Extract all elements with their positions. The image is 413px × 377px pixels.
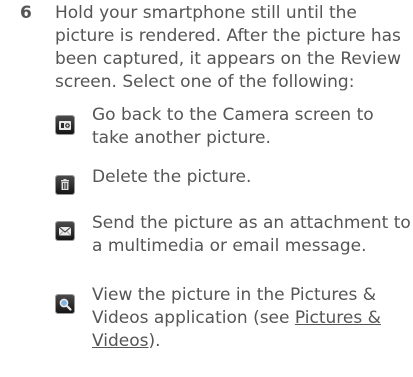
trash-icon [56, 176, 74, 194]
option-camera-text: Go back to the Camera screen to take ano… [92, 105, 374, 148]
envelope-icon [56, 222, 74, 240]
step-number: 6 [20, 3, 32, 23]
option-view-text-after: ). [148, 331, 161, 351]
option-view-text: View the picture in the Pictures & Video… [92, 284, 412, 353]
option-send-text: Send the picture as an attachment to a m… [92, 213, 411, 256]
step-instruction: Hold your smartphone still until the pic… [55, 3, 402, 92]
option-delete-text: Delete the picture. [92, 167, 252, 187]
camera-icon [56, 116, 74, 134]
magnifier-icon [56, 295, 74, 313]
